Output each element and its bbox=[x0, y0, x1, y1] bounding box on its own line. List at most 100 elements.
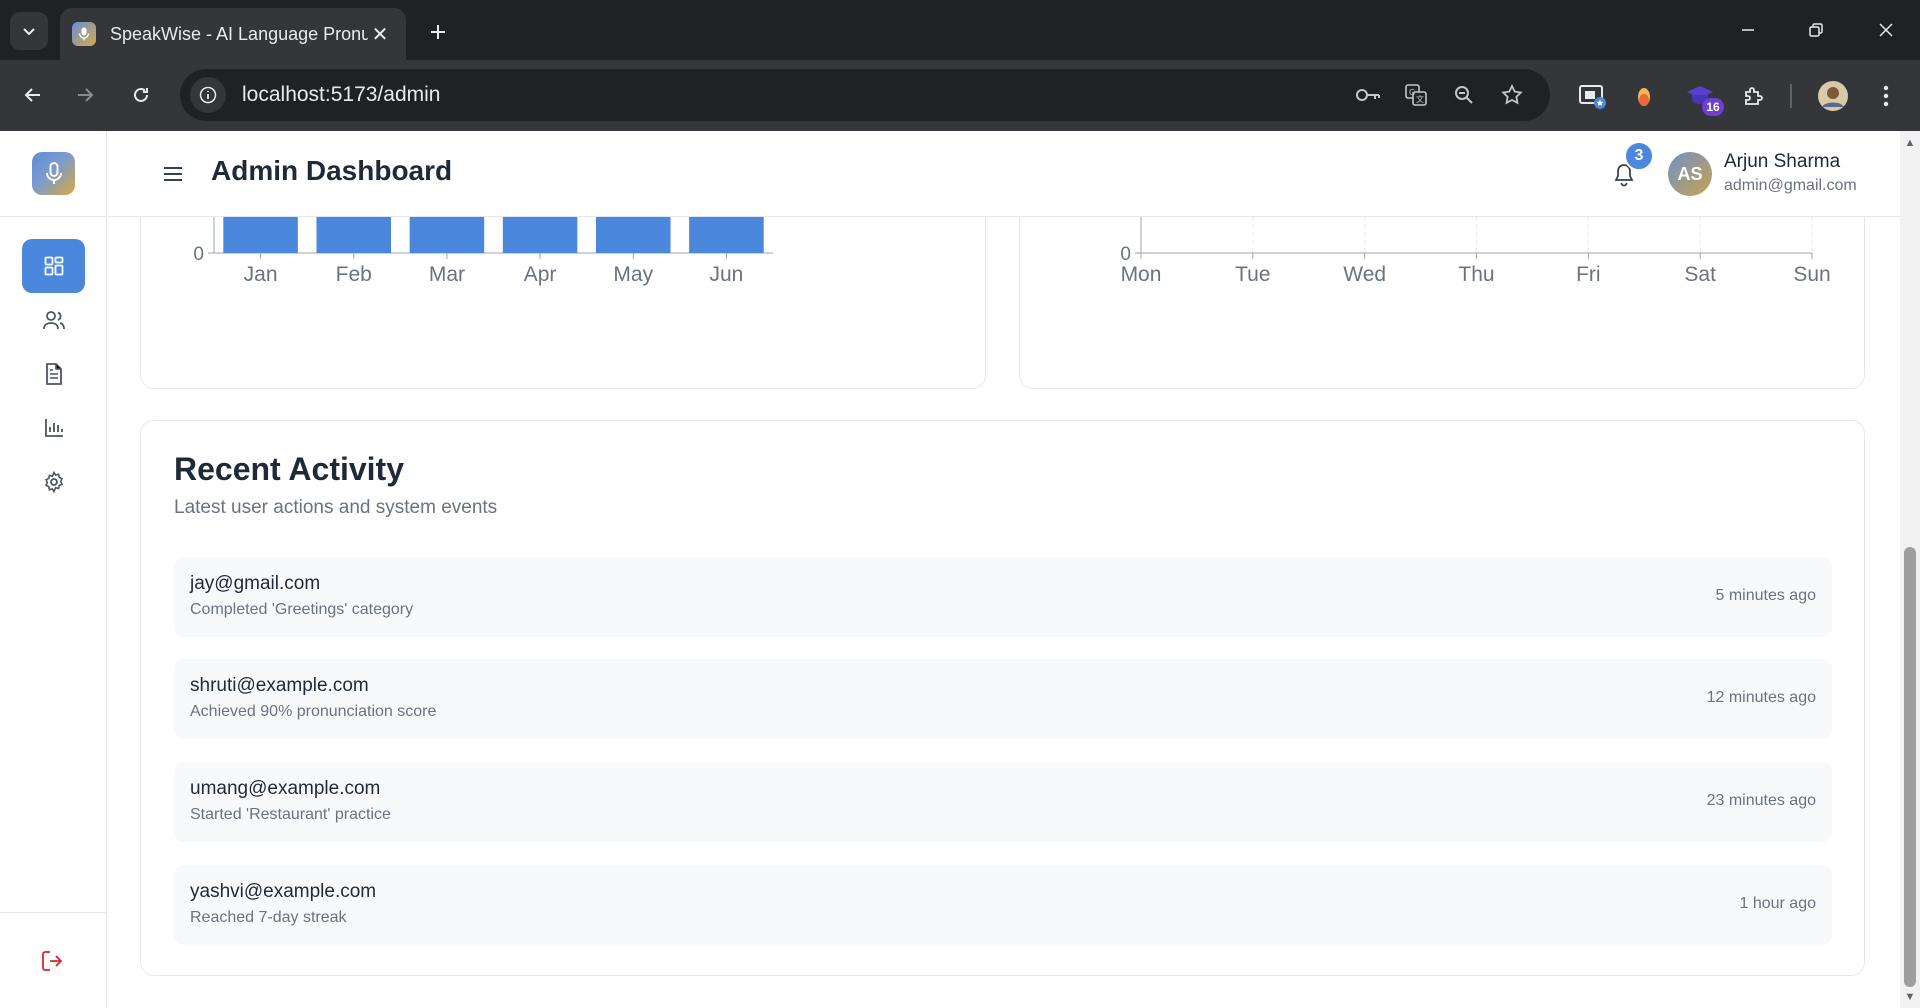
extension-droplet-icon[interactable] bbox=[1624, 76, 1664, 116]
address-bar[interactable]: localhost:5173/admin G文 bbox=[180, 69, 1550, 121]
activity-user: shruti@example.com bbox=[190, 675, 369, 696]
recent-activity-subtitle: Latest user actions and system events bbox=[174, 497, 498, 518]
extension-screen-icon[interactable] bbox=[1572, 76, 1612, 116]
forward-button[interactable] bbox=[66, 76, 104, 114]
x-tick-label: Jan bbox=[244, 263, 278, 286]
page-scrollbar[interactable]: ▲ ▼ bbox=[1900, 131, 1920, 1008]
new-tab-button[interactable] bbox=[420, 14, 456, 50]
x-tick-label: Feb bbox=[336, 263, 372, 286]
dashboard-icon bbox=[44, 256, 63, 276]
svg-text:G: G bbox=[1409, 88, 1415, 97]
extension-badge: 16 bbox=[1702, 98, 1724, 116]
avatar[interactable]: AS bbox=[1668, 152, 1712, 196]
activity-user: jay@gmail.com bbox=[190, 573, 321, 594]
extensions-puzzle-icon[interactable] bbox=[1734, 76, 1774, 116]
x-tick-label: May bbox=[613, 263, 653, 286]
menu-toggle-button[interactable] bbox=[158, 159, 188, 189]
activity-time: 12 minutes ago bbox=[1706, 689, 1816, 706]
sidebar-item-dashboard[interactable] bbox=[22, 239, 85, 293]
users-icon bbox=[42, 311, 65, 330]
browser-tab-strip: SpeakWise - AI Language Pronu ✕ bbox=[0, 0, 1920, 60]
password-key-icon[interactable] bbox=[1350, 77, 1386, 113]
restore-button[interactable] bbox=[1788, 8, 1844, 52]
sidebar-divider bbox=[0, 912, 107, 913]
top-header: Admin Dashboard 3 AS Arjun Sharma admin@… bbox=[108, 131, 1900, 217]
toolbar-divider bbox=[1790, 84, 1792, 108]
activity-row[interactable]: shruti@example.com Achieved 90% pronunci… bbox=[174, 659, 1832, 739]
minimize-button[interactable] bbox=[1720, 8, 1776, 52]
sidebar bbox=[0, 131, 107, 1008]
y-tick-label: 0 bbox=[193, 244, 204, 265]
x-tick-label: Mar bbox=[429, 263, 465, 286]
sidebar-item-users[interactable] bbox=[22, 293, 85, 347]
browser-menu-icon[interactable] bbox=[1866, 76, 1906, 116]
profile-avatar-icon[interactable] bbox=[1813, 76, 1853, 116]
logout-icon bbox=[42, 951, 63, 971]
x-tick-label: Wed bbox=[1343, 263, 1386, 286]
zoom-out-icon[interactable] bbox=[1446, 77, 1482, 113]
page-viewport: 0 3 Jan Feb Mar Apr May Jun Mon Tue Wed Thu Fri Sat S… bbox=[0, 131, 1920, 1008]
scroll-thumb[interactable] bbox=[1904, 547, 1916, 987]
page-title: Admin Dashboard bbox=[211, 155, 453, 186]
x-tick-label: Thu bbox=[1458, 263, 1494, 286]
activity-row[interactable]: yashvi@example.com Reached 7-day streak … bbox=[174, 865, 1832, 945]
scroll-up-icon[interactable]: ▲ bbox=[1904, 137, 1916, 149]
minimize-icon bbox=[1742, 29, 1754, 31]
mic-favicon-icon bbox=[72, 22, 96, 46]
x-tick-label: Fri bbox=[1576, 263, 1601, 286]
sidebar-item-content[interactable] bbox=[22, 347, 85, 401]
plus-icon bbox=[431, 25, 445, 39]
close-tab-icon[interactable]: ✕ bbox=[368, 22, 392, 46]
activity-time: 23 minutes ago bbox=[1706, 792, 1816, 809]
activity-description: Reached 7-day streak bbox=[190, 909, 347, 926]
sidebar-divider bbox=[0, 216, 107, 217]
user-email: admin@gmail.com bbox=[1724, 177, 1857, 194]
activity-description: Achieved 90% pronunciation score bbox=[190, 703, 437, 720]
arrow-left-icon bbox=[24, 88, 40, 102]
app-logo[interactable] bbox=[32, 152, 75, 195]
url-text[interactable]: localhost:5173/admin bbox=[242, 83, 440, 107]
x-tick-label: Tue bbox=[1235, 263, 1270, 286]
x-tick-label: Jun bbox=[709, 263, 743, 286]
sidebar-item-analytics[interactable] bbox=[22, 401, 85, 455]
bar-chart-icon bbox=[44, 419, 63, 437]
close-icon bbox=[1879, 23, 1893, 37]
activity-time: 5 minutes ago bbox=[1715, 587, 1816, 604]
extension-graduation-icon[interactable]: 16 bbox=[1680, 76, 1724, 116]
tab-title: SpeakWise - AI Language Pronu bbox=[110, 23, 368, 44]
back-button[interactable] bbox=[14, 76, 52, 114]
gear-icon bbox=[44, 471, 63, 493]
sidebar-item-settings[interactable] bbox=[22, 455, 85, 509]
reload-button[interactable] bbox=[122, 76, 160, 114]
activity-row[interactable]: umang@example.com Started 'Restaurant' p… bbox=[174, 762, 1832, 842]
close-window-button[interactable] bbox=[1858, 8, 1914, 52]
y-tick-label: 0 bbox=[1120, 244, 1131, 265]
svg-text:文: 文 bbox=[1416, 94, 1424, 104]
recent-activity-title: Recent Activity bbox=[174, 451, 404, 487]
recent-activity-card: Recent Activity Latest user actions and … bbox=[140, 420, 1865, 976]
activity-user: yashvi@example.com bbox=[190, 881, 377, 902]
chevron-down-icon bbox=[23, 28, 35, 36]
x-tick-label: Apr bbox=[524, 263, 557, 286]
translate-icon[interactable]: G文 bbox=[1398, 77, 1434, 113]
activity-description: Completed 'Greetings' category bbox=[190, 601, 414, 618]
restore-icon bbox=[1809, 23, 1823, 37]
activity-user: umang@example.com bbox=[190, 778, 381, 799]
notification-count-badge: 3 bbox=[1624, 141, 1654, 171]
x-tick-label: Sun bbox=[1793, 263, 1830, 286]
activity-row[interactable]: jay@gmail.com Completed 'Greetings' cate… bbox=[174, 557, 1832, 637]
user-name: Arjun Sharma bbox=[1724, 151, 1841, 172]
scroll-down-icon[interactable]: ▼ bbox=[1904, 991, 1916, 1003]
x-tick-label: Mon bbox=[1121, 263, 1162, 286]
browser-tab[interactable]: SpeakWise - AI Language Pronu ✕ bbox=[60, 8, 406, 60]
logout-button[interactable] bbox=[36, 944, 70, 978]
hamburger-icon bbox=[164, 167, 182, 181]
tab-search-button[interactable] bbox=[10, 12, 48, 50]
activity-description: Started 'Restaurant' practice bbox=[190, 806, 391, 823]
x-tick-label: Sat bbox=[1684, 263, 1716, 286]
arrow-right-icon bbox=[78, 88, 94, 102]
bookmark-star-icon[interactable] bbox=[1494, 77, 1530, 113]
reload-icon bbox=[134, 87, 148, 102]
site-info-icon[interactable] bbox=[190, 77, 226, 113]
activity-time: 1 hour ago bbox=[1739, 895, 1816, 912]
